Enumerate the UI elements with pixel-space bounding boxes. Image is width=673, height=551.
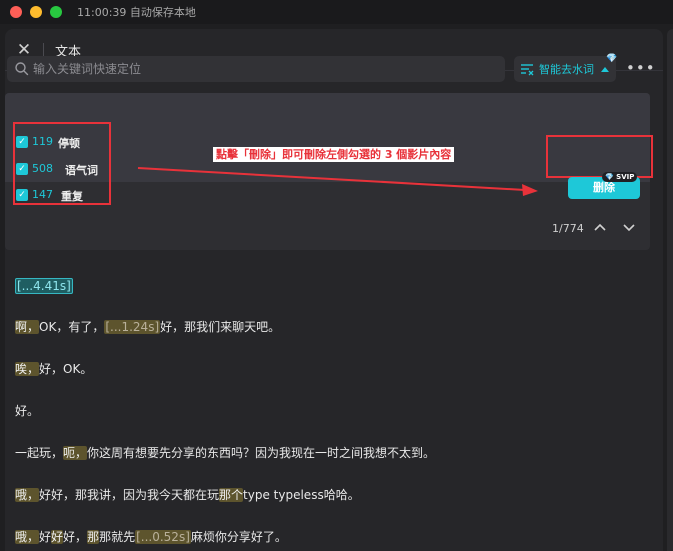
filler-word[interactable]: 哦， — [15, 488, 40, 502]
transcript-line[interactable]: 一起玩，呃，你这周有想要先分享的东西吗？因为我现在一时之间我想不太到。 — [15, 444, 435, 462]
search-input[interactable] — [33, 59, 493, 79]
adjacent-panel-edge — [667, 29, 673, 551]
chevron-down-icon[interactable] — [621, 220, 637, 234]
transcript-text: 麻烦你分享好了。 — [190, 530, 287, 544]
search-box[interactable] — [7, 56, 505, 82]
repeat-word[interactable]: 那 — [87, 530, 100, 544]
search-icon — [15, 62, 29, 76]
pause-segment[interactable]: [...1.24s] — [104, 320, 161, 334]
pause-segment[interactable]: [...0.52s] — [135, 530, 191, 544]
smart-remove-label: 智能去水词 — [539, 63, 594, 76]
transcript-text: 好 — [39, 530, 52, 544]
chevron-up-icon[interactable] — [592, 220, 608, 234]
transcript-text: 好， — [63, 530, 88, 544]
filler-word[interactable]: 哦， — [15, 530, 40, 544]
minimize-window-button[interactable] — [30, 6, 42, 18]
repeat-word[interactable]: 好 — [51, 530, 64, 544]
transcript-line[interactable]: 哦，好好好，那那就先[...0.52s]麻烦你分享好了。 — [15, 528, 287, 546]
annotation-highlight-filters — [13, 122, 111, 205]
transcript-line[interactable]: 唉，好，OK。 — [15, 360, 92, 378]
transcript-line[interactable]: 好。 — [15, 402, 39, 420]
transcript-text: 好好，那我讲，因为我今天都在玩 — [39, 488, 220, 502]
window-titlebar: 11:00:39 自动保存本地 — [0, 0, 673, 24]
transcript-line[interactable]: 哦，好好，那我讲，因为我今天都在玩那个type typeless哈哈。 — [15, 486, 360, 504]
svip-badge-text: SVIP — [616, 173, 635, 181]
text-clean-icon — [521, 64, 534, 76]
filler-word[interactable]: 唉， — [15, 362, 40, 376]
pause-segment[interactable]: [...4.41s] — [15, 278, 73, 294]
transcript-line[interactable]: 啊，OK，有了，[...1.24s]好，那我们来聊天吧。 — [15, 318, 280, 336]
filler-word[interactable]: 呃， — [63, 446, 88, 460]
zoom-window-button[interactable] — [50, 6, 62, 18]
caret-up-icon — [601, 67, 609, 72]
diamond-icon: 💎 — [606, 54, 618, 64]
transcript-text: 好，OK。 — [39, 362, 93, 376]
transcript-text: 好，那我们来聊天吧。 — [160, 320, 281, 334]
transcript-text: 你这周有想要先分享的东西吗？因为我现在一时之间我想不太到。 — [87, 446, 436, 460]
transcript-text: OK，有了， — [39, 320, 105, 334]
smart-remove-filler-button[interactable]: 智能去水词 💎 — [514, 54, 618, 82]
transcript-text: 好。 — [15, 404, 40, 418]
filler-word[interactable]: 啊， — [15, 320, 40, 334]
transcript-text: 那就先 — [99, 530, 136, 544]
close-window-button[interactable] — [10, 6, 22, 18]
svip-badge: 💎 SVIP — [602, 172, 638, 182]
match-counter: 1/774 — [552, 222, 584, 235]
transcript-line[interactable]: [...4.41s] — [15, 277, 73, 295]
autosave-status: 11:00:39 自动保存本地 — [77, 6, 196, 19]
annotation-arrow — [137, 167, 538, 196]
transcript-text: type typeless哈哈。 — [243, 488, 360, 502]
filler-word[interactable]: 那个 — [219, 488, 244, 502]
annotation-highlight-delete — [546, 135, 653, 178]
header-divider — [43, 43, 44, 57]
more-options-icon[interactable]: ••• — [626, 60, 655, 78]
transcript-text: 一起玩， — [15, 446, 64, 460]
